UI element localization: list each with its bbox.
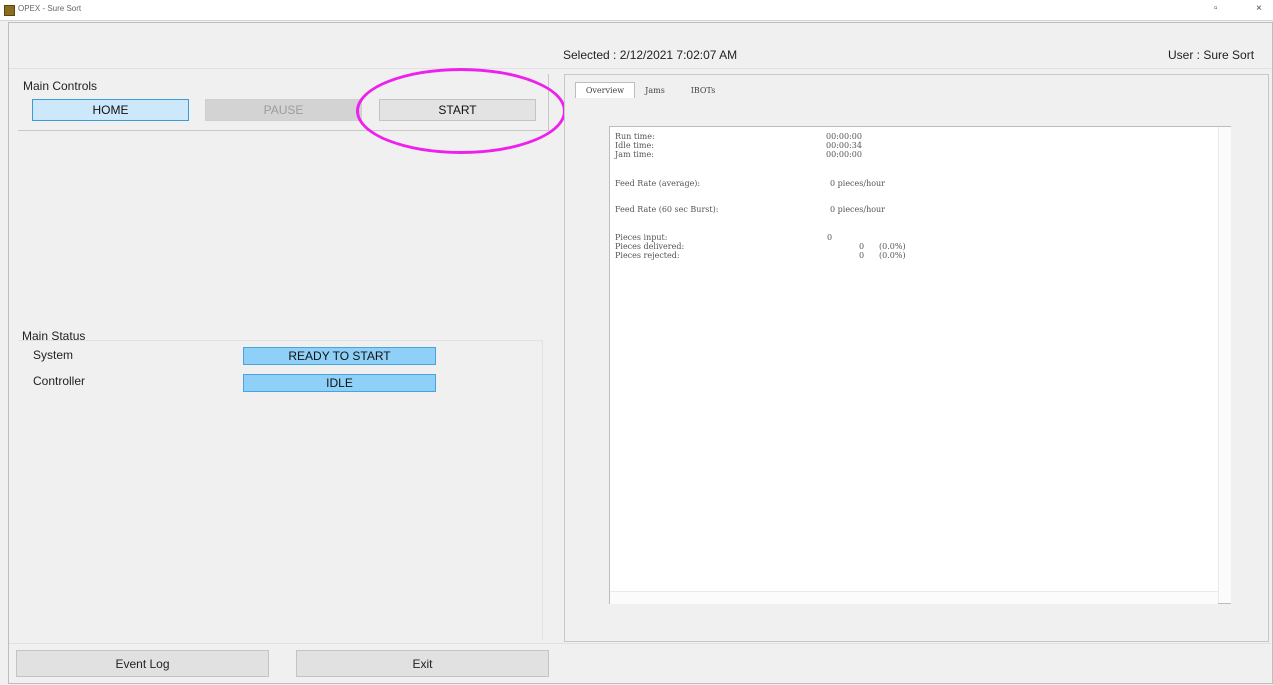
stat-value: 0 pieces/hour (830, 205, 886, 214)
footer-divider (9, 643, 1271, 644)
overview-report (609, 126, 1231, 604)
stat-label: Idle time: (615, 141, 654, 150)
title-bar: OPEX - Sure Sort ▫ × (0, 0, 1273, 21)
stat-value: 0 (827, 233, 833, 242)
stat-label: Pieces delivered: (615, 242, 685, 251)
exit-button[interactable]: Exit (296, 650, 549, 677)
window-title: OPEX - Sure Sort (18, 4, 82, 13)
header-divider (9, 68, 1271, 69)
app-icon (4, 5, 15, 16)
controller-label: Controller (33, 374, 86, 388)
tab-ibots[interactable]: IBOTs (681, 82, 725, 98)
stat-value: 0 pieces/hour (830, 179, 886, 188)
event-log-button[interactable]: Event Log (16, 650, 269, 677)
stat-label: Run time: (615, 132, 655, 141)
stat-label: Pieces rejected: (615, 251, 680, 260)
stat-label: Feed Rate (average): (615, 179, 701, 188)
pause-button[interactable]: PAUSE (205, 99, 362, 121)
system-status-badge: READY TO START (243, 347, 436, 365)
stat-label: Feed Rate (60 sec Burst): (615, 205, 719, 214)
restore-icon[interactable]: ▫ (1214, 3, 1218, 14)
tab-overview[interactable]: Overview (575, 82, 635, 98)
main-status-label: Main Status (22, 329, 86, 343)
stat-percent: (0.0%) (879, 242, 906, 251)
stat-value: 00:00:34 (826, 141, 862, 150)
close-icon[interactable]: × (1256, 3, 1262, 14)
controller-status-badge: IDLE (243, 374, 436, 392)
start-button[interactable]: START (379, 99, 536, 121)
report-horizontal-scrollbar[interactable] (610, 591, 1218, 604)
user-label: User : Sure Sort (1168, 48, 1255, 62)
selected-timestamp: Selected : 2/12/2021 7:02:07 AM (563, 48, 738, 62)
controls-divider-bottom (18, 130, 549, 131)
main-controls-label: Main Controls (23, 79, 98, 93)
stat-value: 0 (859, 242, 865, 251)
controls-divider-right (548, 74, 549, 130)
stat-label: Pieces input: (615, 233, 668, 242)
system-label: System (33, 348, 74, 362)
stat-label: Jam time: (615, 150, 654, 159)
stat-percent: (0.0%) (879, 251, 906, 260)
stat-value: 0 (859, 251, 865, 260)
report-vertical-scrollbar[interactable] (1218, 127, 1231, 603)
stat-value: 00:00:00 (826, 150, 862, 159)
home-button[interactable]: HOME (32, 99, 189, 121)
stat-value: 00:00:00 (826, 132, 862, 141)
tab-jams[interactable]: Jams (637, 82, 673, 98)
